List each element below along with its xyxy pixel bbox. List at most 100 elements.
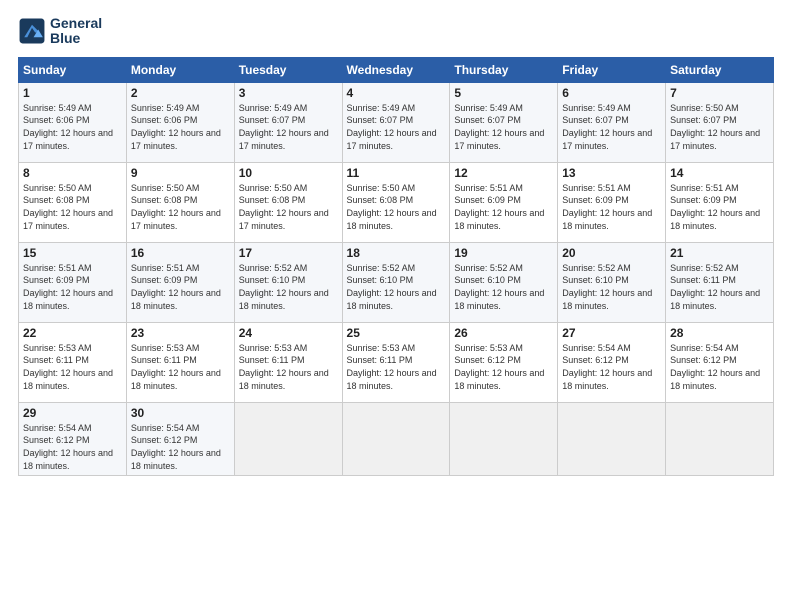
day-info: Sunrise: 5:50 AM Sunset: 6:07 PM Dayligh…: [670, 102, 769, 152]
day-number: 15: [23, 246, 122, 260]
day-info: Sunrise: 5:54 AM Sunset: 6:12 PM Dayligh…: [562, 342, 661, 392]
day-number: 24: [239, 326, 338, 340]
day-info: Sunrise: 5:49 AM Sunset: 6:07 PM Dayligh…: [347, 102, 446, 152]
day-cell: 16 Sunrise: 5:51 AM Sunset: 6:09 PM Dayl…: [126, 242, 234, 322]
day-cell: 12 Sunrise: 5:51 AM Sunset: 6:09 PM Dayl…: [450, 162, 558, 242]
day-info: Sunrise: 5:52 AM Sunset: 6:11 PM Dayligh…: [670, 262, 769, 312]
day-cell: 23 Sunrise: 5:53 AM Sunset: 6:11 PM Dayl…: [126, 322, 234, 402]
week-row-3: 15 Sunrise: 5:51 AM Sunset: 6:09 PM Dayl…: [19, 242, 774, 322]
day-cell: 18 Sunrise: 5:52 AM Sunset: 6:10 PM Dayl…: [342, 242, 450, 322]
day-number: 27: [562, 326, 661, 340]
day-info: Sunrise: 5:54 AM Sunset: 6:12 PM Dayligh…: [131, 422, 230, 472]
header-row: SundayMondayTuesdayWednesdayThursdayFrid…: [19, 57, 774, 82]
day-number: 18: [347, 246, 446, 260]
day-number: 10: [239, 166, 338, 180]
day-cell: 20 Sunrise: 5:52 AM Sunset: 6:10 PM Dayl…: [558, 242, 666, 322]
day-info: Sunrise: 5:50 AM Sunset: 6:08 PM Dayligh…: [239, 182, 338, 232]
col-header-friday: Friday: [558, 57, 666, 82]
day-info: Sunrise: 5:53 AM Sunset: 6:11 PM Dayligh…: [239, 342, 338, 392]
day-cell: 2 Sunrise: 5:49 AM Sunset: 6:06 PM Dayli…: [126, 82, 234, 162]
day-cell: 5 Sunrise: 5:49 AM Sunset: 6:07 PM Dayli…: [450, 82, 558, 162]
day-number: 1: [23, 86, 122, 100]
day-number: 6: [562, 86, 661, 100]
day-info: Sunrise: 5:53 AM Sunset: 6:11 PM Dayligh…: [347, 342, 446, 392]
day-info: Sunrise: 5:51 AM Sunset: 6:09 PM Dayligh…: [670, 182, 769, 232]
day-cell: 19 Sunrise: 5:52 AM Sunset: 6:10 PM Dayl…: [450, 242, 558, 322]
day-number: 17: [239, 246, 338, 260]
day-number: 2: [131, 86, 230, 100]
week-row-1: 1 Sunrise: 5:49 AM Sunset: 6:06 PM Dayli…: [19, 82, 774, 162]
day-info: Sunrise: 5:52 AM Sunset: 6:10 PM Dayligh…: [454, 262, 553, 312]
day-info: Sunrise: 5:50 AM Sunset: 6:08 PM Dayligh…: [131, 182, 230, 232]
day-cell: 8 Sunrise: 5:50 AM Sunset: 6:08 PM Dayli…: [19, 162, 127, 242]
day-cell: 29 Sunrise: 5:54 AM Sunset: 6:12 PM Dayl…: [19, 402, 127, 475]
day-cell: [558, 402, 666, 475]
day-number: 12: [454, 166, 553, 180]
day-cell: 6 Sunrise: 5:49 AM Sunset: 6:07 PM Dayli…: [558, 82, 666, 162]
day-cell: 1 Sunrise: 5:49 AM Sunset: 6:06 PM Dayli…: [19, 82, 127, 162]
header: General Blue: [18, 16, 774, 47]
day-cell: [450, 402, 558, 475]
day-cell: 21 Sunrise: 5:52 AM Sunset: 6:11 PM Dayl…: [666, 242, 774, 322]
day-info: Sunrise: 5:53 AM Sunset: 6:11 PM Dayligh…: [23, 342, 122, 392]
day-info: Sunrise: 5:52 AM Sunset: 6:10 PM Dayligh…: [562, 262, 661, 312]
day-cell: 24 Sunrise: 5:53 AM Sunset: 6:11 PM Dayl…: [234, 322, 342, 402]
col-header-wednesday: Wednesday: [342, 57, 450, 82]
day-info: Sunrise: 5:49 AM Sunset: 6:07 PM Dayligh…: [454, 102, 553, 152]
day-number: 8: [23, 166, 122, 180]
day-cell: 28 Sunrise: 5:54 AM Sunset: 6:12 PM Dayl…: [666, 322, 774, 402]
col-header-tuesday: Tuesday: [234, 57, 342, 82]
day-cell: 7 Sunrise: 5:50 AM Sunset: 6:07 PM Dayli…: [666, 82, 774, 162]
day-info: Sunrise: 5:52 AM Sunset: 6:10 PM Dayligh…: [239, 262, 338, 312]
day-number: 14: [670, 166, 769, 180]
week-row-5: 29 Sunrise: 5:54 AM Sunset: 6:12 PM Dayl…: [19, 402, 774, 475]
page: General Blue SundayMondayTuesdayWednesda…: [0, 0, 792, 612]
day-number: 23: [131, 326, 230, 340]
col-header-monday: Monday: [126, 57, 234, 82]
day-cell: [342, 402, 450, 475]
day-number: 26: [454, 326, 553, 340]
day-cell: 10 Sunrise: 5:50 AM Sunset: 6:08 PM Dayl…: [234, 162, 342, 242]
day-cell: 15 Sunrise: 5:51 AM Sunset: 6:09 PM Dayl…: [19, 242, 127, 322]
day-info: Sunrise: 5:49 AM Sunset: 6:06 PM Dayligh…: [23, 102, 122, 152]
day-number: 7: [670, 86, 769, 100]
logo-text: General Blue: [50, 16, 102, 47]
day-number: 9: [131, 166, 230, 180]
col-header-sunday: Sunday: [19, 57, 127, 82]
day-cell: 11 Sunrise: 5:50 AM Sunset: 6:08 PM Dayl…: [342, 162, 450, 242]
day-cell: [234, 402, 342, 475]
day-cell: 27 Sunrise: 5:54 AM Sunset: 6:12 PM Dayl…: [558, 322, 666, 402]
day-cell: 30 Sunrise: 5:54 AM Sunset: 6:12 PM Dayl…: [126, 402, 234, 475]
day-number: 5: [454, 86, 553, 100]
day-number: 19: [454, 246, 553, 260]
day-number: 20: [562, 246, 661, 260]
day-info: Sunrise: 5:51 AM Sunset: 6:09 PM Dayligh…: [454, 182, 553, 232]
day-cell: 13 Sunrise: 5:51 AM Sunset: 6:09 PM Dayl…: [558, 162, 666, 242]
day-cell: 26 Sunrise: 5:53 AM Sunset: 6:12 PM Dayl…: [450, 322, 558, 402]
day-number: 11: [347, 166, 446, 180]
day-info: Sunrise: 5:51 AM Sunset: 6:09 PM Dayligh…: [23, 262, 122, 312]
day-info: Sunrise: 5:51 AM Sunset: 6:09 PM Dayligh…: [131, 262, 230, 312]
day-cell: 4 Sunrise: 5:49 AM Sunset: 6:07 PM Dayli…: [342, 82, 450, 162]
day-number: 16: [131, 246, 230, 260]
day-number: 13: [562, 166, 661, 180]
day-number: 3: [239, 86, 338, 100]
day-info: Sunrise: 5:49 AM Sunset: 6:06 PM Dayligh…: [131, 102, 230, 152]
day-info: Sunrise: 5:50 AM Sunset: 6:08 PM Dayligh…: [347, 182, 446, 232]
day-cell: 25 Sunrise: 5:53 AM Sunset: 6:11 PM Dayl…: [342, 322, 450, 402]
day-info: Sunrise: 5:49 AM Sunset: 6:07 PM Dayligh…: [239, 102, 338, 152]
day-number: 30: [131, 406, 230, 420]
day-cell: [666, 402, 774, 475]
col-header-saturday: Saturday: [666, 57, 774, 82]
day-info: Sunrise: 5:49 AM Sunset: 6:07 PM Dayligh…: [562, 102, 661, 152]
day-number: 29: [23, 406, 122, 420]
day-info: Sunrise: 5:54 AM Sunset: 6:12 PM Dayligh…: [670, 342, 769, 392]
logo-icon: [18, 17, 46, 45]
day-cell: 17 Sunrise: 5:52 AM Sunset: 6:10 PM Dayl…: [234, 242, 342, 322]
week-row-4: 22 Sunrise: 5:53 AM Sunset: 6:11 PM Dayl…: [19, 322, 774, 402]
day-info: Sunrise: 5:53 AM Sunset: 6:11 PM Dayligh…: [131, 342, 230, 392]
day-cell: 9 Sunrise: 5:50 AM Sunset: 6:08 PM Dayli…: [126, 162, 234, 242]
day-cell: 14 Sunrise: 5:51 AM Sunset: 6:09 PM Dayl…: [666, 162, 774, 242]
col-header-thursday: Thursday: [450, 57, 558, 82]
day-number: 4: [347, 86, 446, 100]
